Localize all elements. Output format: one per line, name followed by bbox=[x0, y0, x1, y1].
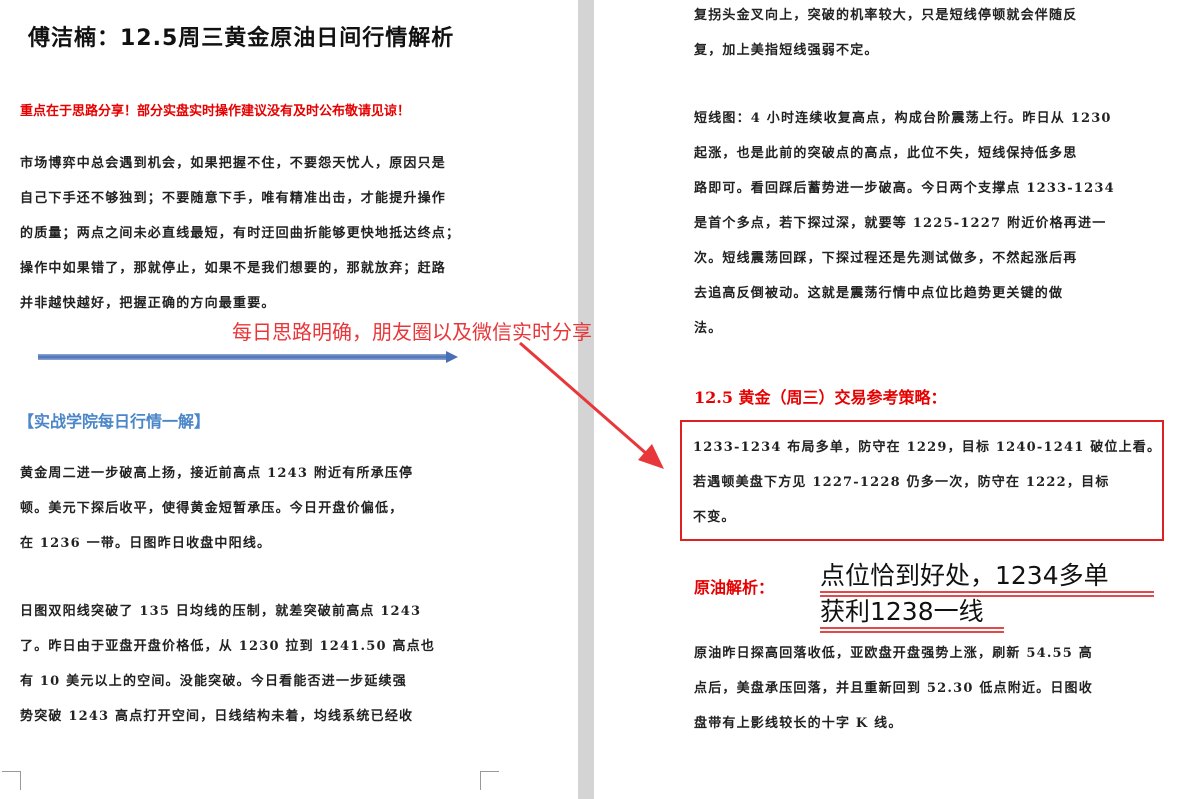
note-line: 点位恰到好处，1234多单 bbox=[820, 558, 1154, 597]
red-arrow-icon bbox=[519, 341, 664, 469]
note-line: 获利1238一线 bbox=[820, 594, 1004, 633]
overlay-callout-text: 每日思路明确，朋友圈以及微信实时分享 bbox=[232, 320, 592, 344]
blue-arrow-icon bbox=[38, 351, 458, 363]
annotation-overlay bbox=[38, 341, 664, 469]
handwritten-note: 点位恰到好处，1234多单 获利1238一线 bbox=[820, 558, 1154, 633]
